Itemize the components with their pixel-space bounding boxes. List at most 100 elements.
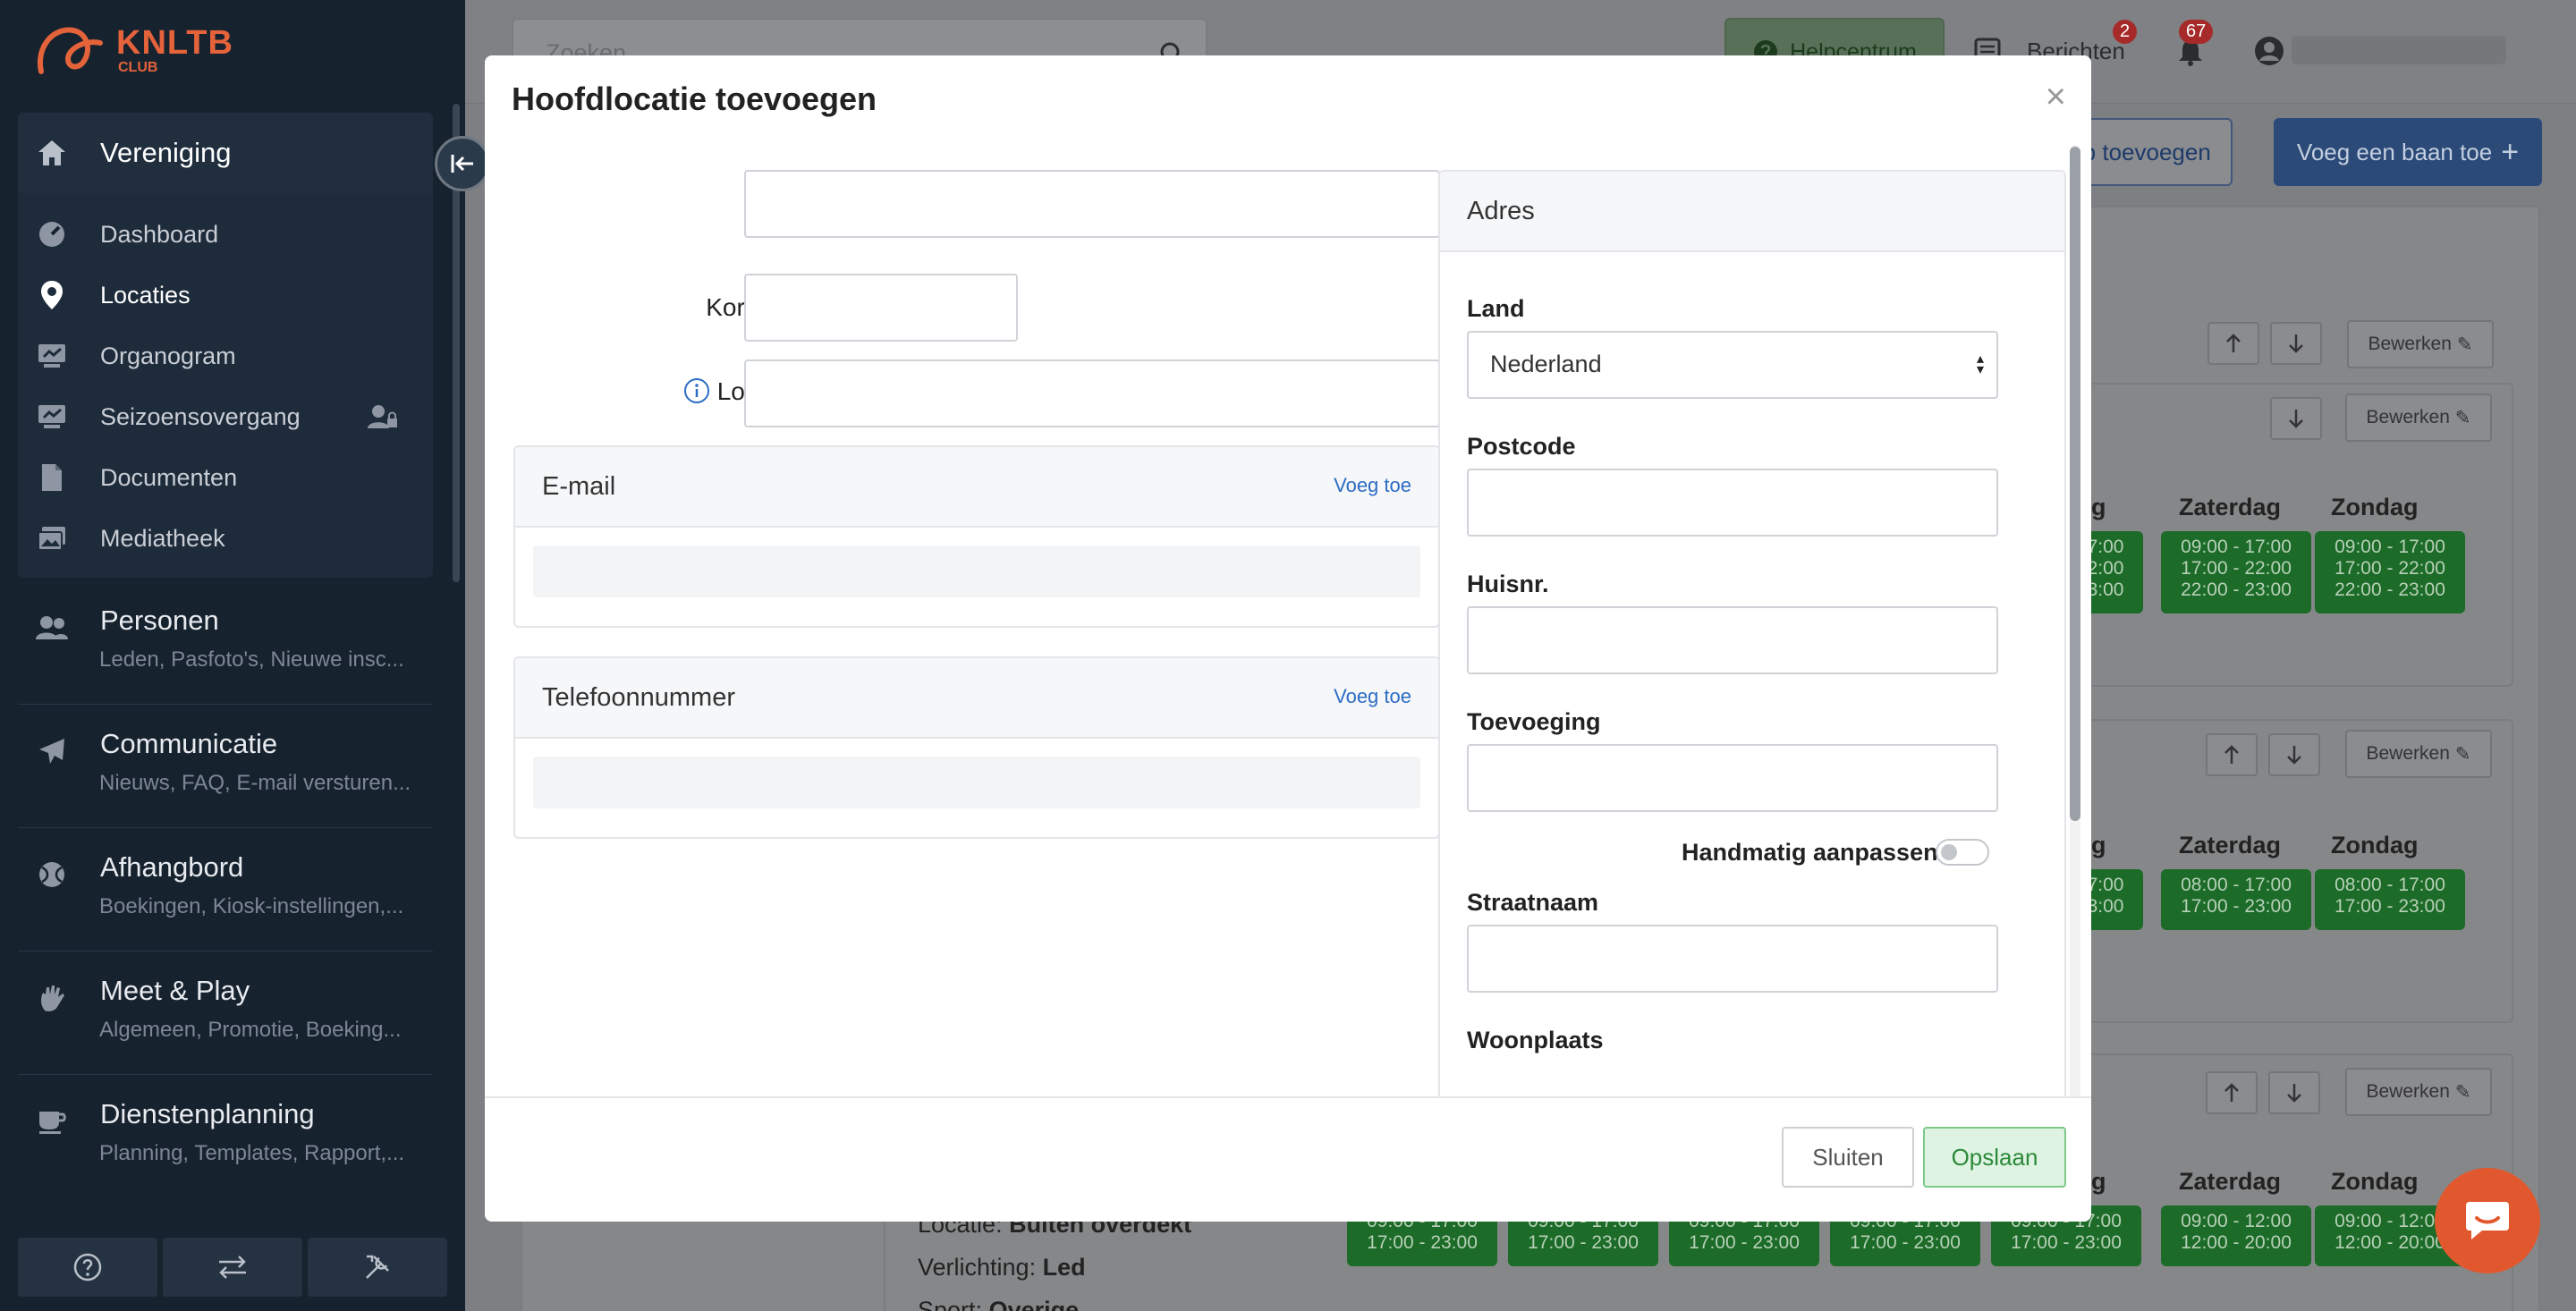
info-icon[interactable] (683, 377, 710, 404)
sidebar-section-title: Personen (100, 605, 219, 636)
edit-button[interactable]: Bewerken ✎ (2345, 393, 2492, 442)
postcode-input[interactable] (1467, 469, 1998, 537)
add-main-location-dialog: Hoofdlocatie toevoegen × Naam Korte naam… (485, 55, 2091, 1222)
sidebar-item-label: Mediatheek (100, 524, 225, 552)
sidebar-section-dienstenplanning[interactable]: Dienstenplanning Planning, Templates, Ra… (18, 1084, 433, 1198)
help-circle-button[interactable] (18, 1238, 157, 1297)
sidebar-item-label: Dashboard (100, 220, 219, 248)
street-label: Straatnaam (1467, 889, 1599, 916)
sidebar-section-communicatie[interactable]: Communicatie Nieuws, FAQ, E-mail verstur… (18, 714, 433, 828)
edit-button[interactable]: Bewerken ✎ (2345, 730, 2492, 778)
sidebar-section-afhangbord[interactable]: Afhangbord Boekingen, Kiosk-instellingen… (18, 837, 433, 952)
short-name-input[interactable] (744, 274, 1018, 342)
arrow-up-icon (2224, 1083, 2239, 1102)
sidebar-item-mediatheek[interactable]: Mediatheek (18, 512, 433, 565)
sidebar-group-title: Vereniging (100, 137, 232, 168)
coffee-cup-icon (36, 1105, 68, 1138)
select-arrows-icon: ▴ ▾ (1976, 351, 1984, 377)
time-slot[interactable]: 08:00 - 17:00 17:00 - 23:00 (2315, 869, 2465, 930)
add-phone-link[interactable]: Voeg toe (1334, 685, 1411, 708)
court-sport-text: Sport: Overige (918, 1297, 1080, 1311)
address-panel: Adres Land Nederland ▴ ▾ Postcode Huisnr.… (1438, 170, 2066, 1118)
user-name-blurred[interactable] (2292, 36, 2506, 64)
sidebar: KNLTB CLUB Vereniging Dashboard Locaties… (0, 0, 465, 1311)
day-header-sunday: Zondag (2331, 494, 2419, 520)
addition-input[interactable] (1467, 744, 1998, 812)
email-panel-header: E-mail Voeg toe (515, 447, 1438, 528)
sidebar-item-seizoensovergang[interactable]: Seizoensovergang (18, 390, 433, 444)
time-slot[interactable]: 09:00 - 12:00 12:00 - 20:00 (2161, 1205, 2311, 1266)
sidebar-section-subtitle: Leden, Pasfoto's, Nieuwe insc... (99, 647, 404, 672)
email-panel: E-mail Voeg toe (513, 445, 1440, 628)
move-down-button[interactable] (2270, 397, 2322, 440)
collapse-left-icon (451, 155, 473, 173)
manual-edit-toggle[interactable] (1936, 839, 1989, 866)
sidebar-item-dashboard[interactable]: Dashboard (18, 207, 433, 261)
save-button[interactable]: Opslaan (1923, 1127, 2066, 1188)
user-lock-icon (367, 401, 399, 433)
close-icon[interactable]: × (2046, 79, 2066, 114)
edit-label: Bewerken (2366, 407, 2450, 427)
name-input[interactable] (744, 170, 1440, 238)
chat-button[interactable] (2435, 1168, 2540, 1273)
tools-button[interactable] (308, 1238, 447, 1297)
sidebar-section-meet-play[interactable]: Meet & Play Algemeen, Promotie, Boeking.… (18, 960, 433, 1075)
move-down-button[interactable] (2270, 322, 2322, 365)
day-header-saturday: Zaterdag (2179, 494, 2282, 520)
sidebar-collapse-button[interactable] (435, 136, 490, 191)
sidebar-item-organogram[interactable]: Organogram (18, 329, 433, 383)
country-select-value: Nederland (1490, 351, 1602, 377)
day-header-partial: g (2091, 1168, 2106, 1195)
sidebar-item-locaties[interactable]: Locaties (18, 268, 433, 322)
time-slot[interactable]: 09:00 - 17:00 17:00 - 22:00 22:00 - 23:00 (2161, 531, 2311, 613)
arrow-down-icon (2287, 1084, 2301, 1103)
manual-edit-label: Handmatig aanpassen (1682, 839, 1938, 866)
time-slot[interactable]: 08:00 - 17:00 17:00 - 23:00 (2161, 869, 2311, 930)
day-header-sunday: Zondag (2331, 1168, 2419, 1195)
plus-icon: + (2501, 135, 2520, 169)
waving-hand-icon (36, 982, 68, 1014)
edit-label: Bewerken (2366, 1081, 2450, 1102)
country-select[interactable]: Nederland ▴ ▾ (1467, 331, 1998, 399)
day-header-saturday: Zaterdag (2179, 1168, 2282, 1195)
switch-button[interactable] (163, 1238, 302, 1297)
edit-button[interactable]: Bewerken ✎ (2345, 1068, 2492, 1116)
city-label: Woonplaats (1467, 1027, 1604, 1053)
move-up-button[interactable] (2207, 322, 2259, 365)
house-number-label: Huisnr. (1467, 571, 1549, 597)
sidebar-group-header[interactable]: Vereniging (18, 113, 433, 193)
time-slot[interactable]: 09:00 - 17:00 17:00 - 22:00 22:00 - 23:00 (2315, 531, 2465, 613)
country-label: Land (1467, 295, 1525, 322)
sidebar-item-documenten[interactable]: Documenten (18, 451, 433, 504)
sidebar-section-title: Afhangbord (100, 851, 244, 883)
phone-panel-header: Telefoonnummer Voeg toe (515, 658, 1438, 739)
chat-bubble-icon (2466, 1202, 2509, 1239)
house-number-input[interactable] (1467, 606, 1998, 674)
logo-mark-icon (37, 27, 103, 74)
dialog-scrollbar-thumb[interactable] (2070, 147, 2080, 821)
addition-label: Toevoeging (1467, 708, 1601, 735)
sidebar-item-label: Documenten (100, 463, 238, 491)
brand-logo[interactable]: KNLTB CLUB (32, 20, 233, 82)
users-icon (36, 612, 68, 644)
sidebar-section-personen[interactable]: Personen Leden, Pasfoto's, Nieuwe insc..… (18, 590, 433, 705)
close-button[interactable]: Sluiten (1782, 1127, 1914, 1188)
day-header-partial: g (2091, 832, 2106, 858)
street-input[interactable] (1467, 925, 1998, 993)
location-input[interactable] (744, 359, 1440, 427)
add-email-link[interactable]: Voeg toe (1334, 474, 1411, 497)
brand-name: KNLTB (116, 24, 233, 62)
arrow-down-icon (2289, 410, 2303, 428)
user-avatar-icon[interactable] (2254, 36, 2284, 66)
pencil-icon: ✎ (2454, 743, 2471, 765)
edit-button[interactable]: Bewerken ✎ (2347, 320, 2494, 368)
add-court-button[interactable]: Voeg een baan toe + (2274, 118, 2542, 186)
sidebar-section-subtitle: Planning, Templates, Rapport,... (99, 1141, 405, 1165)
move-down-button[interactable] (2268, 1071, 2320, 1114)
address-panel-title: Adres (1467, 197, 1535, 225)
move-down-button[interactable] (2268, 733, 2320, 776)
move-up-button[interactable] (2206, 733, 2258, 776)
season-icon (36, 401, 68, 433)
move-up-button[interactable] (2206, 1071, 2258, 1114)
switch-arrows-icon (219, 1256, 246, 1279)
